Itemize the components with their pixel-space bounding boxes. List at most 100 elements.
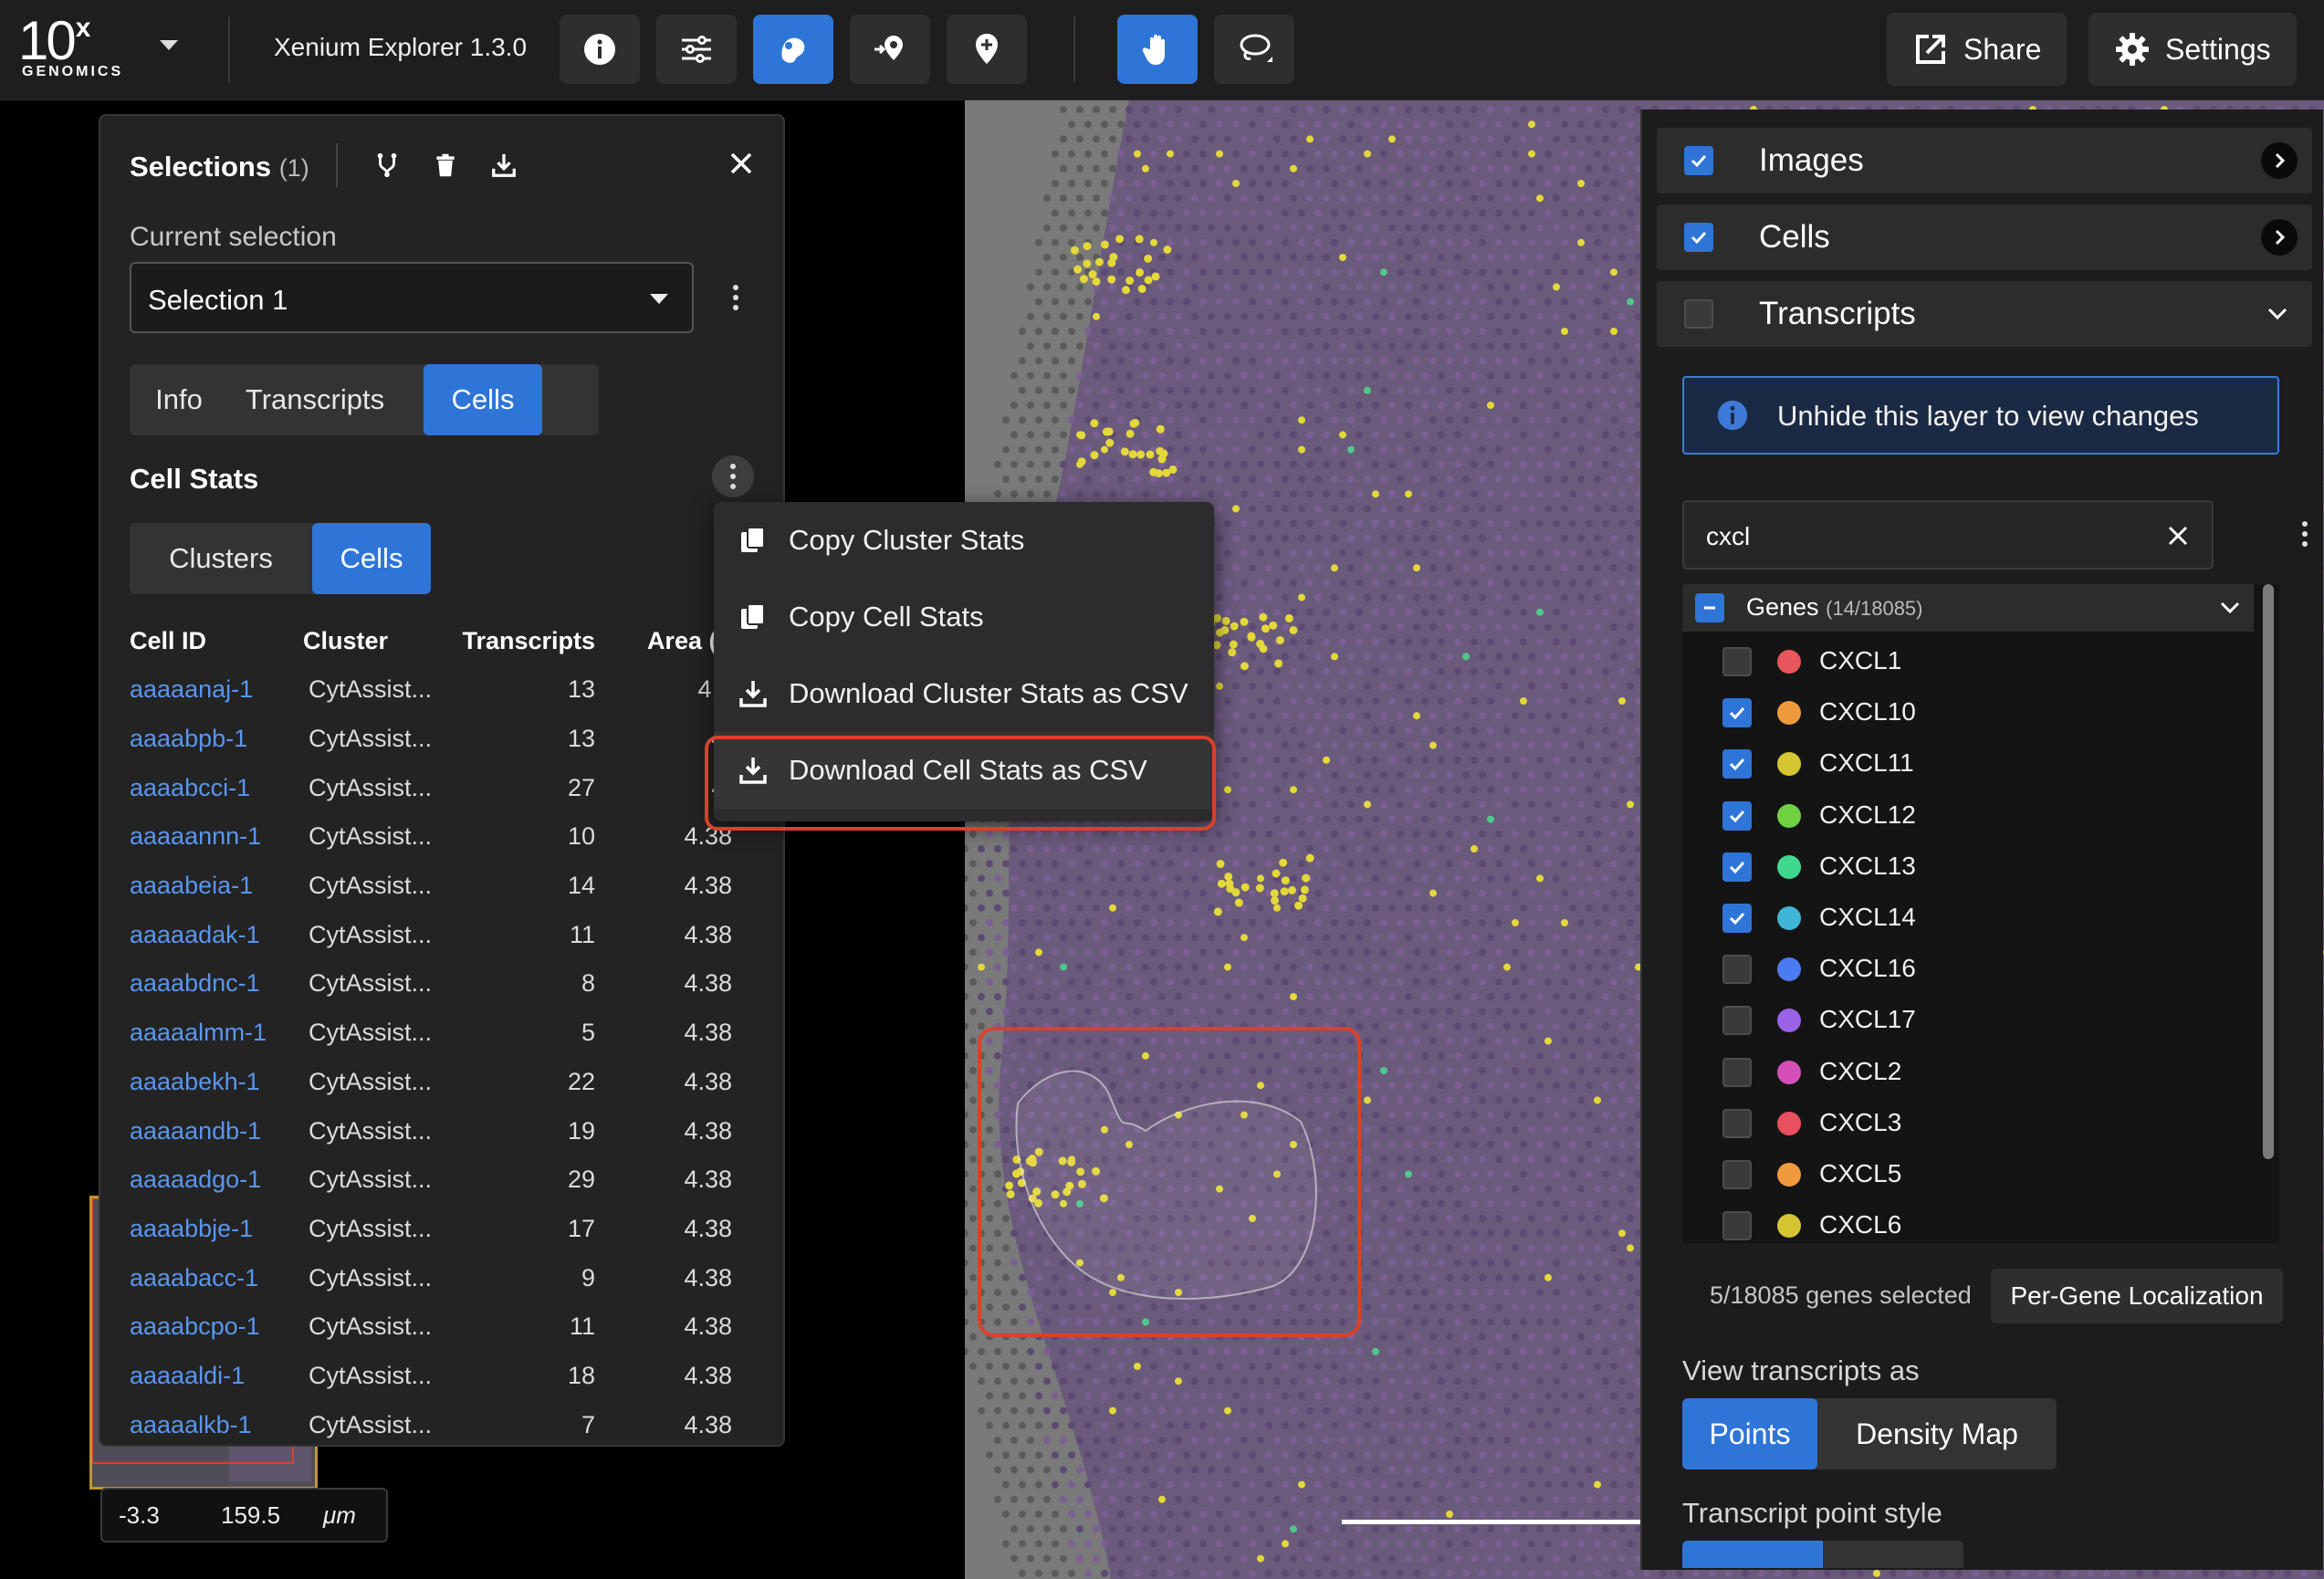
cell-cell-id[interactable]: aaaaaldi-1 (130, 1352, 303, 1401)
table-row[interactable]: aaaaadgo-1 CytAssist... 29 4.38 (130, 1155, 732, 1205)
gene-checkbox[interactable] (1722, 1160, 1752, 1189)
gene-checkbox[interactable] (1722, 698, 1752, 728)
clear-search-icon[interactable] (2164, 522, 2192, 549)
gene-color-dot[interactable] (1777, 957, 1801, 982)
gene-checkbox[interactable] (1722, 852, 1752, 882)
gene-color-dot[interactable] (1777, 906, 1801, 930)
gene-checkbox[interactable] (1722, 800, 1752, 831)
chevron-down-icon[interactable] (2217, 595, 2243, 621)
gene-row[interactable]: CXCL5 (1719, 1152, 2230, 1197)
table-row[interactable]: aaaaaldi-1 CytAssist... 18 4.38 (130, 1352, 732, 1401)
navigate-to-location-button[interactable] (850, 15, 930, 84)
gene-color-dot[interactable] (1777, 803, 1801, 828)
gene-color-dot[interactable] (1777, 752, 1801, 777)
cell-cell-id[interactable]: aaaabekh-1 (130, 1058, 303, 1107)
layer-row-transcripts[interactable]: Transcripts (1657, 281, 2312, 347)
gene-checkbox[interactable] (1722, 1057, 1752, 1087)
gene-row[interactable]: CXCL6 (1719, 1203, 2230, 1243)
gene-row[interactable]: CXCL2 (1719, 1050, 2230, 1095)
gene-row[interactable]: CXCL11 (1719, 741, 2230, 787)
cell-cell-id[interactable]: aaaaanaj-1 (130, 665, 303, 715)
table-row[interactable]: aaaaalmm-1 CytAssist... 5 4.38 (130, 1009, 732, 1058)
gene-checkbox[interactable] (1722, 647, 1752, 676)
cell-cell-id[interactable]: aaaabbje-1 (130, 1205, 303, 1254)
gene-checkbox[interactable] (1722, 1006, 1752, 1036)
table-row[interactable]: aaaabbje-1 CytAssist... 17 4.38 (130, 1205, 732, 1254)
gene-color-dot[interactable] (1777, 650, 1801, 674)
gene-color-dot[interactable] (1777, 701, 1801, 726)
gene-options-button[interactable] (2287, 511, 2323, 557)
table-row[interactable]: aaaabcpo-1 CytAssist... 11 4.38 (130, 1302, 732, 1352)
chevron-right-icon[interactable] (2261, 142, 2298, 179)
table-row[interactable]: aaaaalkb-1 CytAssist... 7 4.38 (130, 1400, 732, 1445)
tab-cells[interactable]: Cells (424, 364, 542, 435)
info-button[interactable] (560, 15, 640, 84)
chevron-right-icon[interactable] (2261, 219, 2298, 256)
gene-color-dot[interactable] (1777, 1009, 1801, 1033)
col-cell-id[interactable]: Cell ID (130, 616, 303, 665)
chevron-down-icon[interactable] (2265, 301, 2290, 327)
option-points[interactable]: Points (1682, 1398, 1817, 1469)
cell-cell-id[interactable]: aaaaadgo-1 (130, 1155, 303, 1205)
pan-tool-button[interactable] (1117, 15, 1198, 84)
gene-search-input[interactable]: cxcl (1682, 500, 2214, 570)
table-row[interactable]: aaaaanaj-1CytAssist... 134.3 (130, 665, 732, 715)
col-area[interactable]: Area (μ (595, 616, 732, 665)
tab-info[interactable]: Info (130, 364, 228, 435)
cell-cell-id[interactable]: aaaabdnc-1 (130, 959, 303, 1009)
cell-cell-id[interactable]: aaaabpb-1 (130, 715, 303, 764)
delete-selection-button[interactable] (427, 147, 464, 183)
layer-row-cells[interactable]: Cells (1657, 204, 2312, 270)
gene-row[interactable]: CXCL1 (1719, 639, 2230, 685)
gene-checkbox[interactable] (1722, 955, 1752, 985)
tab-cells-stats[interactable]: Cells (312, 523, 431, 594)
option-density-map[interactable]: Density Map (1817, 1398, 2057, 1469)
transcripts-checkbox[interactable] (1684, 299, 1713, 329)
table-row[interactable]: aaaabeia-1 CytAssist... 14 4.38 (130, 862, 732, 911)
cell-stats-menu-button[interactable] (712, 455, 754, 497)
share-button[interactable]: Share (1887, 13, 2068, 86)
gene-row[interactable]: CXCL3 (1719, 1101, 2230, 1146)
gene-color-dot[interactable] (1777, 1163, 1801, 1187)
table-row[interactable]: aaaaandb-1 CytAssist... 19 4.38 (130, 1106, 732, 1155)
tab-clusters[interactable]: Clusters (130, 523, 312, 594)
adjustments-button[interactable] (656, 15, 737, 84)
cell-cell-id[interactable]: aaaaandb-1 (130, 1106, 303, 1155)
images-checkbox[interactable] (1684, 146, 1713, 175)
export-selection-button[interactable] (486, 147, 522, 183)
selection-options-button[interactable] (717, 275, 754, 320)
table-row[interactable]: aaaabcci-1CytAssist...274. (130, 763, 732, 812)
point-style-toggle[interactable] (1682, 1541, 1963, 1568)
genes-group-header[interactable]: Genes (14/18085) (1682, 584, 2254, 632)
layer-row-images[interactable]: Images (1657, 128, 2312, 193)
menu-item-copy-cluster-stats[interactable]: Copy Cluster Stats (714, 502, 1214, 579)
gene-checkbox[interactable] (1722, 1108, 1752, 1138)
cell-cell-id[interactable]: aaaabacc-1 (130, 1253, 303, 1302)
gene-checkbox[interactable] (1722, 749, 1752, 779)
gene-row[interactable]: CXCL10 (1719, 690, 2230, 736)
cell-cell-id[interactable]: aaaaadak-1 (130, 910, 303, 959)
table-row[interactable]: aaaaannn-1 CytAssist... 10 4.38 (130, 812, 732, 862)
lasso-tool-button[interactable] (1214, 15, 1294, 84)
cell-cell-id[interactable]: aaaabcpo-1 (130, 1302, 303, 1352)
cell-cell-id[interactable]: aaaaalkb-1 (130, 1400, 303, 1445)
add-pin-button[interactable] (947, 15, 1027, 84)
gene-list-scrollbar[interactable] (2263, 584, 2274, 1159)
current-selection-dropdown[interactable]: Selection 1 (130, 262, 694, 333)
cell-cell-id[interactable]: aaaaalmm-1 (130, 1009, 303, 1058)
gene-color-dot[interactable] (1777, 1214, 1801, 1239)
cell-cell-id[interactable]: aaaabcci-1 (130, 763, 303, 812)
gene-color-dot[interactable] (1777, 1111, 1801, 1135)
gene-row[interactable]: CXCL17 (1719, 998, 2230, 1043)
gene-color-dot[interactable] (1777, 854, 1801, 879)
merge-selections-button[interactable] (369, 147, 405, 183)
cells-checkbox[interactable] (1684, 223, 1713, 252)
col-cluster[interactable]: Cluster (303, 616, 458, 665)
table-row[interactable]: aaaabpb-1CytAssist...134. (130, 715, 732, 764)
gene-row[interactable]: CXCL14 (1719, 895, 2230, 941)
per-gene-localization-button[interactable]: Per-Gene Localization (1991, 1269, 2283, 1323)
gene-row[interactable]: CXCL13 (1719, 844, 2230, 890)
close-panel-button[interactable] (721, 143, 761, 183)
tab-transcripts[interactable]: Transcripts (228, 364, 402, 435)
menu-item-copy-cell-stats[interactable]: Copy Cell Stats (714, 579, 1214, 655)
